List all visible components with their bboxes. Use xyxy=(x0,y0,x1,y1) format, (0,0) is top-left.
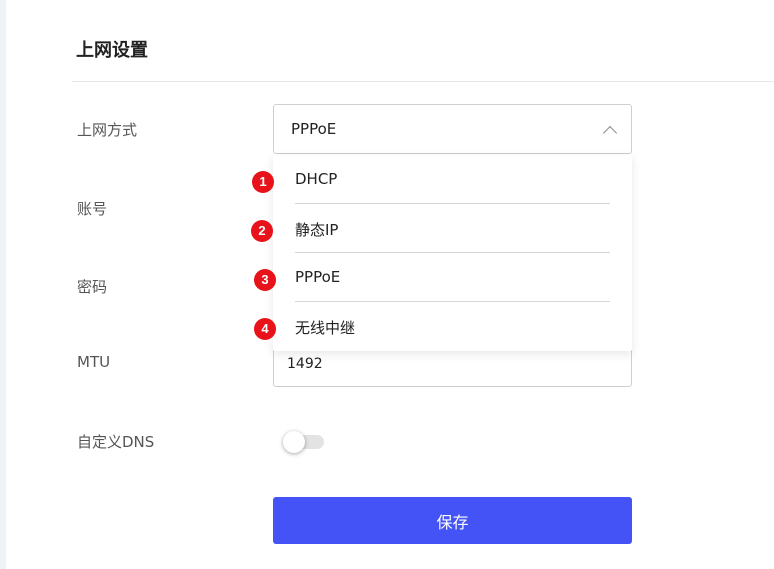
dropdown-option-static-ip[interactable]: 静态IP xyxy=(273,204,632,253)
dropdown-option-label: PPPoE xyxy=(295,268,341,286)
annotation-badge-1: 1 xyxy=(252,171,274,193)
connection-type-label: 上网方式 xyxy=(77,121,138,139)
left-sidebar-edge xyxy=(0,0,6,569)
connection-type-select[interactable]: PPPoE xyxy=(273,104,632,154)
dropdown-option-wireless-relay[interactable]: 无线中继 xyxy=(273,302,632,351)
page-title: 上网设置 xyxy=(76,40,148,61)
dropdown-option-label: 无线中继 xyxy=(295,319,356,337)
connection-type-value: PPPoE xyxy=(291,120,337,138)
custom-dns-toggle[interactable] xyxy=(283,431,325,453)
toggle-knob xyxy=(283,431,305,453)
title-divider xyxy=(72,81,774,82)
dropdown-option-pppoe[interactable]: PPPoE xyxy=(273,253,632,302)
password-label: 密码 xyxy=(77,278,108,296)
annotation-badge-3: 3 xyxy=(254,269,276,291)
custom-dns-label: 自定义DNS xyxy=(77,433,155,451)
mtu-label: MTU xyxy=(77,353,111,371)
annotation-badge-4: 4 xyxy=(254,318,276,340)
mtu-value: 1492 xyxy=(287,356,323,372)
annotation-badge-2: 2 xyxy=(251,220,273,242)
save-button[interactable]: 保存 xyxy=(273,497,632,544)
dropdown-option-label: DHCP xyxy=(295,170,338,188)
dropdown-option-dhcp[interactable]: DHCP xyxy=(273,155,632,204)
connection-type-dropdown: DHCP 静态IP PPPoE 无线中继 xyxy=(273,155,632,351)
chevron-up-icon[interactable] xyxy=(597,119,621,143)
dropdown-option-label: 静态IP xyxy=(295,221,339,239)
account-label: 账号 xyxy=(77,200,108,218)
